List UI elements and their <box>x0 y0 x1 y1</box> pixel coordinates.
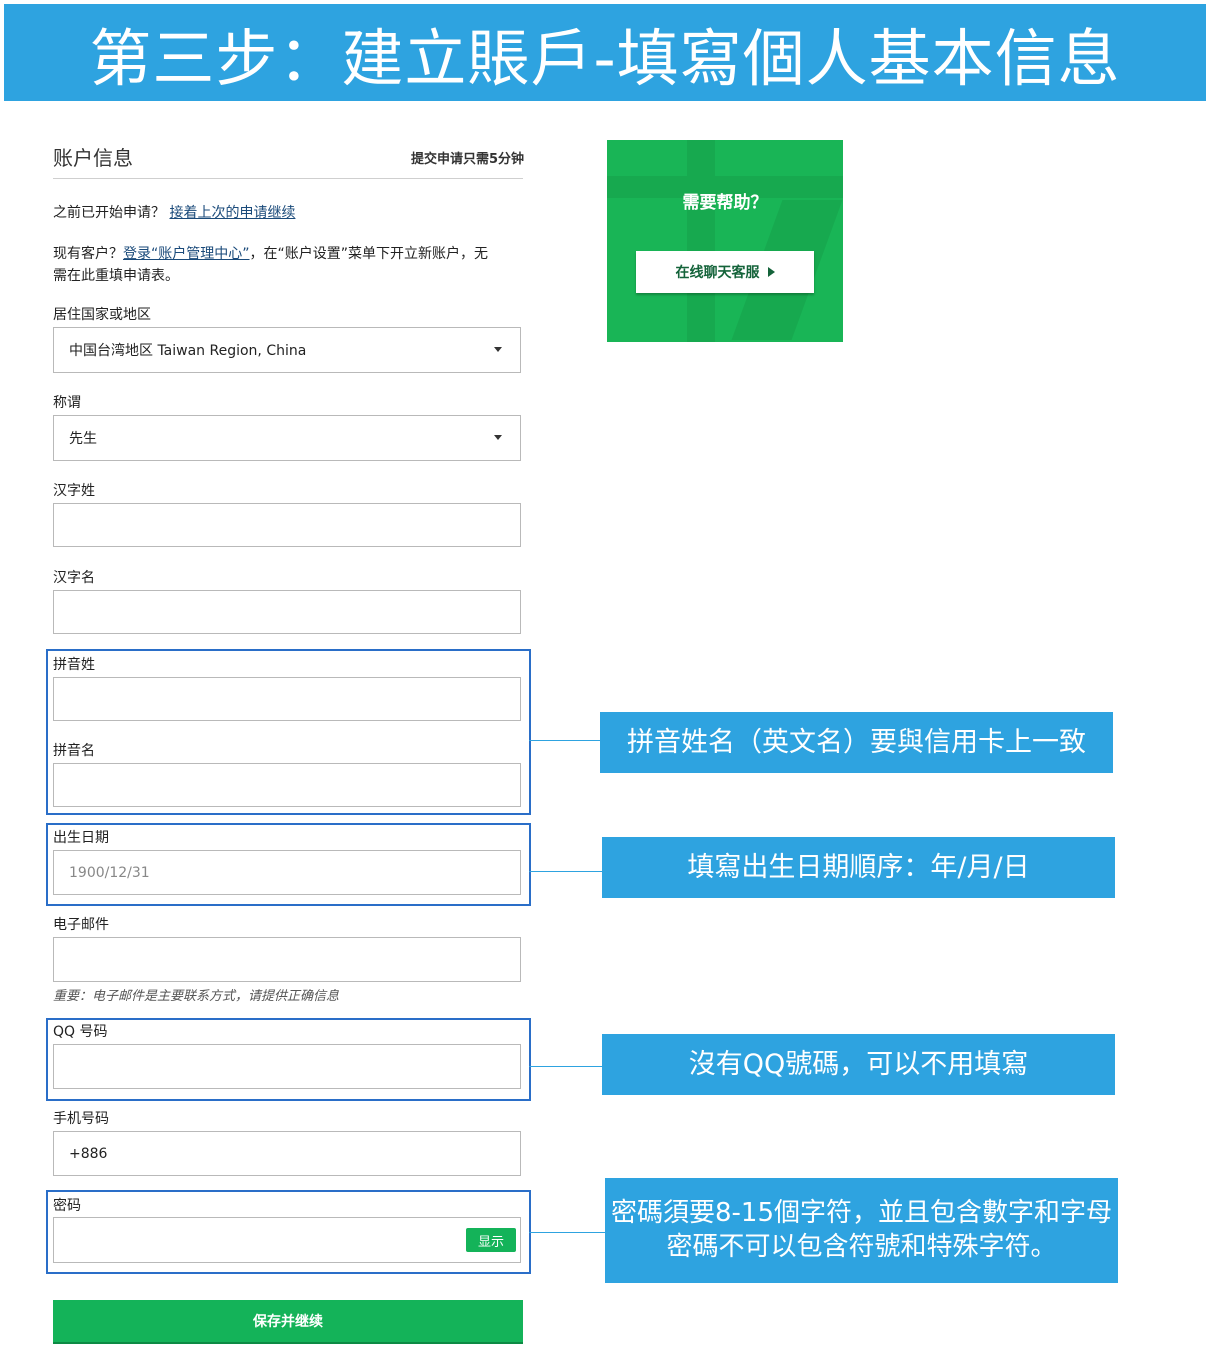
banner-title: 第三步：建立賬戶-填寫個人基本信息 <box>4 4 1206 101</box>
password-callout-line1: 密碼須要8-15個字符，並且包含數字和字母 <box>610 1197 1112 1228</box>
email-label: 电子邮件 <box>53 917 109 933</box>
dob-connector-line <box>529 871 602 872</box>
mobile-value: +886 <box>69 1145 108 1162</box>
email-input[interactable] <box>53 937 521 982</box>
dob-label: 出生日期 <box>53 830 109 846</box>
section-title: 账户信息 <box>53 146 133 170</box>
live-chat-button[interactable]: 在线聊天客服 <box>636 251 814 293</box>
dob-callout: 填寫出生日期順序：年/月/日 <box>602 837 1115 898</box>
givenname-py-input[interactable] <box>53 763 521 807</box>
existing-suffix: ，在“账户设置”菜单下开立新账户，无 <box>249 246 489 262</box>
existing-prefix: 现有客户？ <box>53 246 123 262</box>
givenname-cn-label: 汉字名 <box>53 570 95 586</box>
existing-line2: 需在此重填申请表。 <box>53 268 179 284</box>
country-value: 中国台湾地区 Taiwan Region, China <box>69 343 307 359</box>
qq-input[interactable] <box>53 1044 521 1089</box>
live-chat-label: 在线聊天客服 <box>675 265 760 281</box>
resume-text: 之前已开始申请？ <box>53 205 165 221</box>
salutation-select[interactable]: 先生 <box>53 415 521 461</box>
surname-cn-input[interactable] <box>53 503 521 547</box>
dob-placeholder: 1900/12/31 <box>69 864 150 881</box>
show-password-button[interactable]: 显示 <box>466 1228 516 1252</box>
help-panel: 需要帮助？ 在线聊天客服 <box>607 140 843 342</box>
chevron-down-icon <box>494 435 502 440</box>
salutation-value: 先生 <box>69 431 97 447</box>
section-divider <box>53 178 523 179</box>
save-and-continue-button[interactable]: 保存并继续 <box>53 1300 523 1342</box>
givenname-py-label: 拼音名 <box>53 743 95 759</box>
qq-label: QQ 号码 <box>53 1024 108 1040</box>
surname-cn-label: 汉字姓 <box>53 483 95 499</box>
surname-py-label: 拼音姓 <box>53 657 95 673</box>
resume-link[interactable]: 接着上次的申请继续 <box>169 205 295 221</box>
mobile-input[interactable]: +886 <box>53 1131 521 1176</box>
help-decoration <box>687 140 715 342</box>
surname-py-input[interactable] <box>53 677 521 721</box>
givenname-cn-input[interactable] <box>53 590 521 634</box>
mobile-label: 手机号码 <box>53 1111 109 1127</box>
password-input[interactable]: 显示 <box>53 1217 521 1263</box>
country-select[interactable]: 中国台湾地区 Taiwan Region, China <box>53 327 521 373</box>
section-note: 提交申请只需5分钟 <box>410 152 524 167</box>
chevron-down-icon <box>494 347 502 352</box>
help-title: 需要帮助？ <box>682 193 768 213</box>
dob-input[interactable]: 1900/12/31 <box>53 850 521 895</box>
play-arrow-icon <box>767 267 775 277</box>
country-label: 居住国家或地区 <box>53 307 151 323</box>
email-important-note: 重要：电子邮件是主要联系方式，请提供正确信息 <box>53 989 340 1004</box>
password-connector-line <box>529 1232 605 1233</box>
password-callout-line2: 密碼不可以包含符號和特殊字符。 <box>666 1231 1057 1262</box>
qq-callout: 沒有QQ號碼，可以不用填寫 <box>602 1034 1115 1095</box>
login-account-center-link[interactable]: 登录“账户管理中心” <box>123 246 250 262</box>
salutation-label: 称谓 <box>53 395 81 411</box>
pinyin-connector-line <box>529 740 600 741</box>
existing-customer-note: 现有客户？登录“账户管理中心”，在“账户设置”菜单下开立新账户，无 需在此重填申… <box>53 243 523 287</box>
password-label: 密码 <box>53 1198 81 1214</box>
qq-connector-line <box>529 1066 602 1067</box>
password-callout: 密碼須要8-15個字符，並且包含數字和字母 密碼不可以包含符號和特殊字符。 <box>605 1178 1118 1283</box>
pinyin-callout: 拼音姓名（英文名）要與信用卡上一致 <box>600 712 1113 773</box>
resume-line: 之前已开始申请？ 接着上次的申请继续 <box>53 202 295 222</box>
